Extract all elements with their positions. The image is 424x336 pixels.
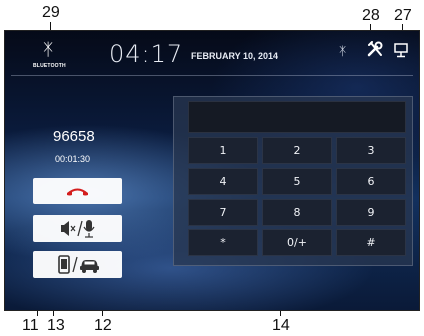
status-bar: ᛡ BLUETOOTH 04:17 FEBRUARY 10, 2014 ᛡ — [5, 31, 419, 75]
callout-28: 28 — [362, 7, 380, 24]
callout-12: 12 — [94, 317, 112, 334]
dial-display — [188, 101, 406, 133]
key-0-plus[interactable]: 0/+ — [262, 229, 332, 256]
key-9[interactable]: 9 — [336, 199, 406, 226]
mute-toggle-button[interactable] — [33, 215, 122, 242]
display-icon[interactable] — [394, 42, 408, 58]
key-hash[interactable]: # — [336, 229, 406, 256]
status-divider — [11, 75, 413, 76]
bluetooth-label: BLUETOOTH — [33, 63, 66, 69]
key-8[interactable]: 8 — [262, 199, 332, 226]
callout-11: 11 — [22, 317, 39, 334]
callout-14: 14 — [272, 317, 290, 334]
callout-29: 29 — [42, 4, 60, 21]
hangup-button[interactable] — [33, 178, 122, 204]
callout-13: 13 — [47, 317, 65, 334]
handset-icon — [58, 255, 70, 274]
key-4[interactable]: 4 — [188, 168, 258, 195]
call-number: 96658 — [53, 128, 95, 145]
bluetooth-status-icon: ᛡ — [339, 44, 347, 58]
phone-call-screen: ᛡ BLUETOOTH 04:17 FEBRUARY 10, 2014 ᛡ 96… — [4, 30, 420, 311]
audio-transfer-button[interactable] — [33, 251, 122, 278]
key-7[interactable]: 7 — [188, 199, 258, 226]
phone-hangup-icon — [67, 188, 88, 196]
key-6[interactable]: 6 — [336, 168, 406, 195]
car-icon — [80, 260, 99, 273]
key-5[interactable]: 5 — [262, 168, 332, 195]
microphone-icon — [83, 220, 95, 238]
clock-time: 04:17 — [109, 40, 184, 68]
key-3[interactable]: 3 — [336, 137, 406, 164]
call-duration: 00:01:30 — [55, 154, 91, 164]
bluetooth-icon[interactable]: ᛡ — [43, 40, 53, 60]
key-2[interactable]: 2 — [262, 137, 332, 164]
speaker-mute-icon — [61, 221, 76, 236]
key-1[interactable]: 1 — [188, 137, 258, 164]
clock-date: FEBRUARY 10, 2014 — [191, 51, 279, 61]
settings-icon[interactable] — [367, 41, 383, 57]
key-star[interactable]: * — [188, 229, 258, 256]
callout-27: 27 — [394, 7, 412, 24]
